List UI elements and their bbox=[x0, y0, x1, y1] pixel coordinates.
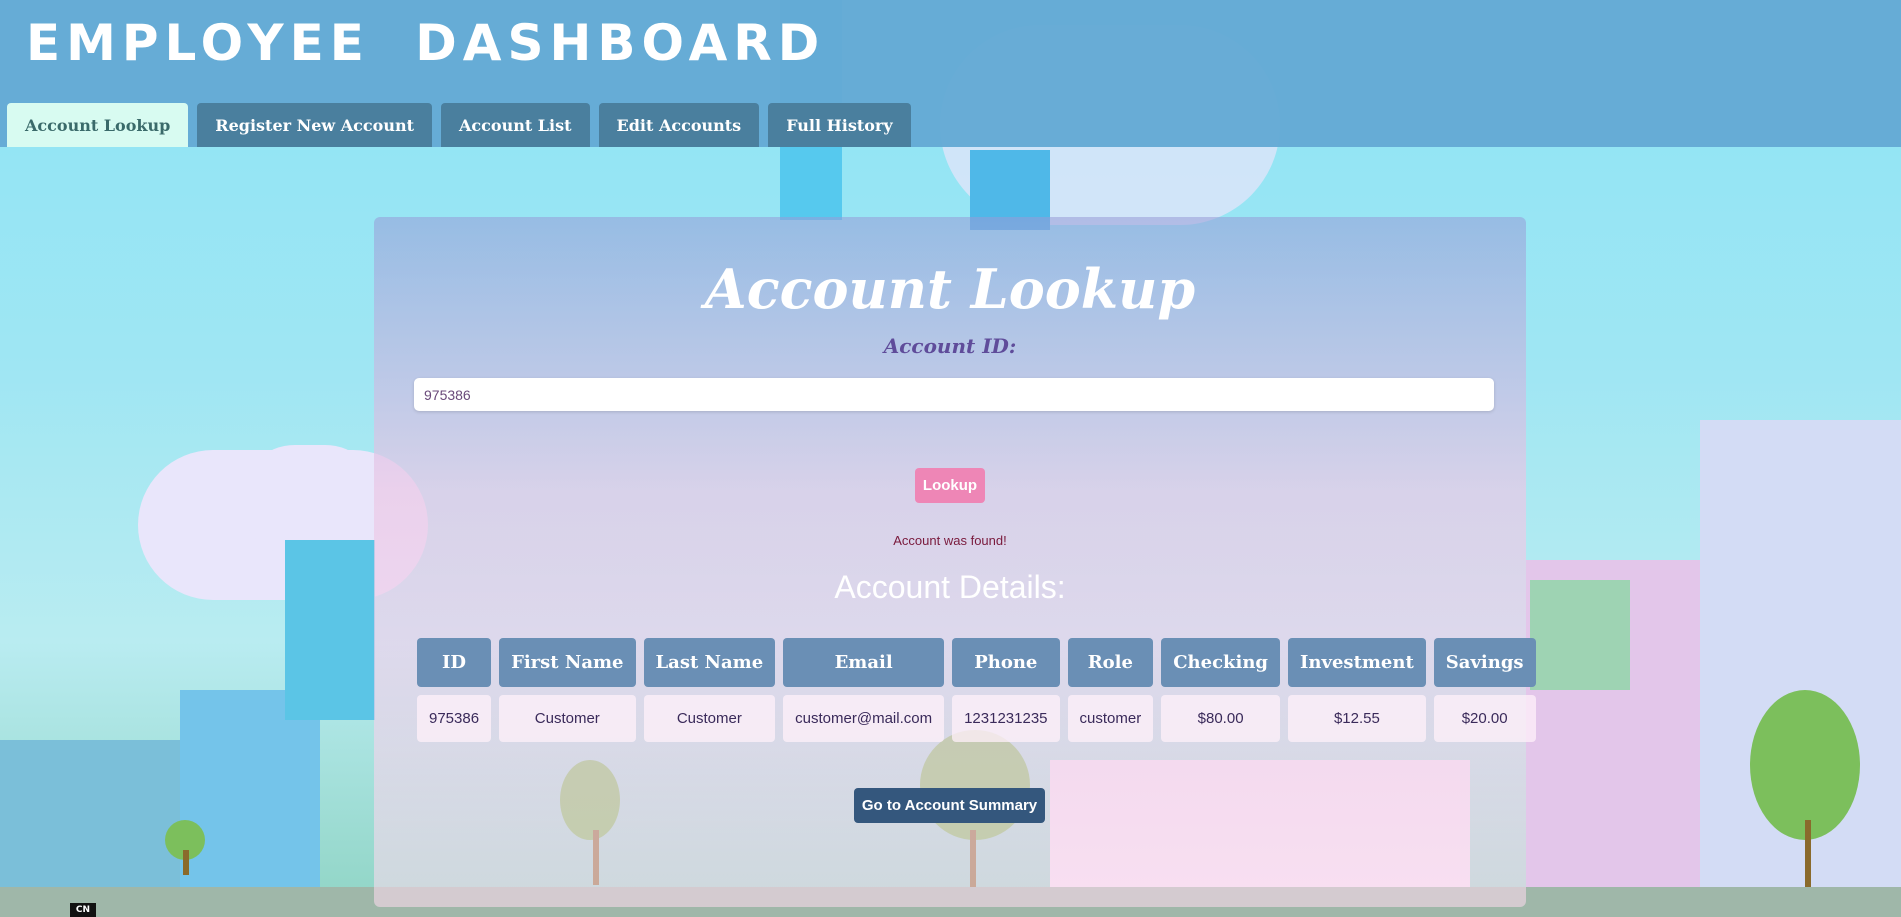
nav-tabs: Account Lookup Register New Account Acco… bbox=[7, 103, 911, 147]
lookup-button[interactable]: Lookup bbox=[915, 468, 985, 503]
building-left-3 bbox=[285, 540, 375, 720]
column-header-investment: Investment bbox=[1288, 638, 1426, 687]
cloud-left-top bbox=[240, 445, 380, 555]
cell-checking: $80.00 bbox=[1161, 695, 1281, 742]
table-header-row: ID First Name Last Name Email Phone Role… bbox=[417, 638, 1536, 687]
top-header: EMPLOYEE DASHBOARD Account Lookup Regist… bbox=[0, 0, 1901, 147]
column-header-email: Email bbox=[783, 638, 945, 687]
account-details-title: Account Details: bbox=[834, 569, 1066, 605]
column-header-phone: Phone bbox=[952, 638, 1060, 687]
account-details-table: ID First Name Last Name Email Phone Role… bbox=[409, 630, 1544, 750]
account-id-label: Account ID: bbox=[883, 334, 1017, 358]
cell-role: customer bbox=[1067, 695, 1154, 742]
column-header-id: ID bbox=[417, 638, 492, 687]
cell-last-name: Customer bbox=[643, 695, 776, 742]
card-title: Account Lookup bbox=[704, 257, 1196, 321]
status-message: Account was found! bbox=[893, 533, 1007, 548]
tree-right-foliage bbox=[1750, 690, 1860, 840]
account-id-input[interactable] bbox=[414, 378, 1494, 411]
account-lookup-card: Account Lookup Account ID: Lookup Accoun… bbox=[374, 217, 1536, 907]
column-header-checking: Checking bbox=[1161, 638, 1281, 687]
go-to-account-summary-button[interactable]: Go to Account Summary bbox=[854, 788, 1045, 823]
building-left-1 bbox=[180, 690, 320, 900]
column-header-last-name: Last Name bbox=[643, 638, 776, 687]
column-header-first-name: First Name bbox=[499, 638, 636, 687]
account-details-table-wrapper: ID First Name Last Name Email Phone Role… bbox=[417, 638, 1544, 750]
cell-phone: 1231231235 bbox=[952, 695, 1060, 742]
building-right-3 bbox=[1530, 580, 1630, 690]
cn-watermark-logo: CN bbox=[70, 903, 96, 917]
tab-account-list[interactable]: Account List bbox=[441, 103, 590, 147]
building-left-2 bbox=[0, 740, 180, 890]
cell-first-name: Customer bbox=[499, 695, 636, 742]
tab-register-new-account[interactable]: Register New Account bbox=[197, 103, 432, 147]
dashboard-title: EMPLOYEE DASHBOARD bbox=[26, 14, 826, 72]
cell-id: 975386 bbox=[417, 695, 492, 742]
tab-edit-accounts[interactable]: Edit Accounts bbox=[598, 103, 760, 147]
column-header-savings: Savings bbox=[1433, 638, 1536, 687]
tree-small-trunk bbox=[183, 850, 189, 875]
table-row: 975386 Customer Customer customer@mail.c… bbox=[417, 695, 1536, 742]
cell-savings: $20.00 bbox=[1433, 695, 1536, 742]
tab-account-lookup[interactable]: Account Lookup bbox=[7, 103, 189, 147]
cell-email: customer@mail.com bbox=[783, 695, 945, 742]
column-header-role: Role bbox=[1067, 638, 1154, 687]
cell-investment: $12.55 bbox=[1288, 695, 1426, 742]
tab-full-history[interactable]: Full History bbox=[768, 103, 911, 147]
